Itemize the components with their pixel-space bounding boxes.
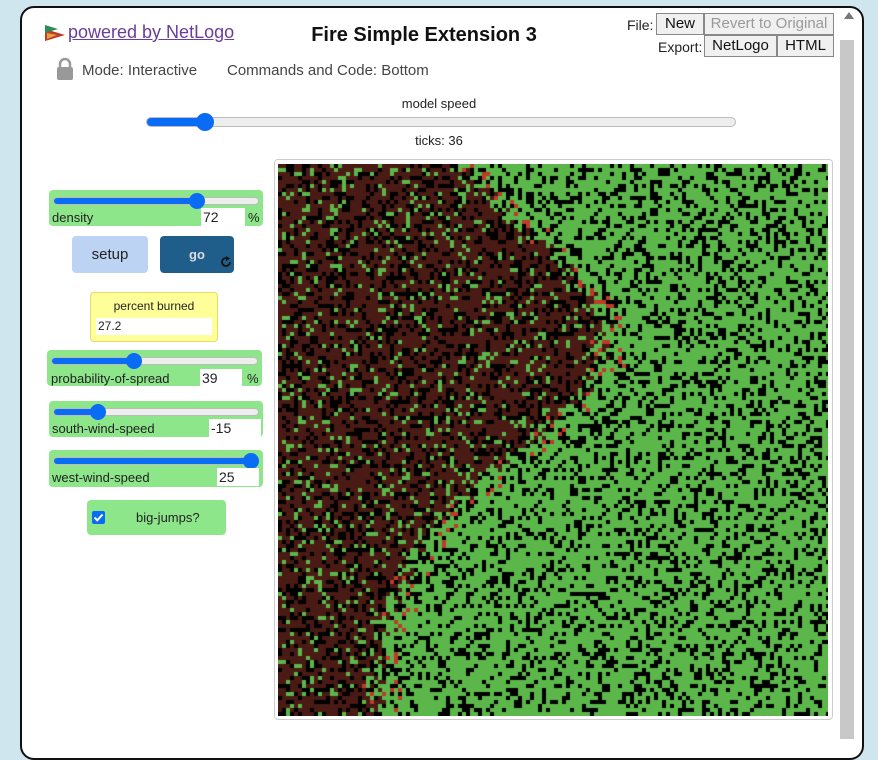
new-button[interactable]: New — [656, 13, 704, 35]
setup-button[interactable]: setup — [72, 236, 148, 273]
forever-icon — [221, 256, 231, 267]
spread-fill — [52, 358, 136, 364]
mode-label: Mode: Interactive — [82, 62, 198, 79]
model-speed-slider[interactable] — [146, 117, 736, 127]
density-value[interactable]: 72 — [201, 208, 245, 226]
west-wind-speed-slider[interactable]: west-wind-speed 25 — [49, 450, 263, 487]
density-track[interactable] — [53, 197, 259, 205]
probability-of-spread-slider[interactable]: probability-of-spread 39 % — [47, 350, 262, 387]
south-wind-track[interactable] — [53, 408, 259, 416]
south-wind-label: south-wind-speed — [52, 421, 155, 436]
density-fill — [54, 198, 200, 204]
spread-value[interactable]: 39 — [200, 369, 242, 387]
south-wind-thumb[interactable] — [90, 404, 106, 420]
percent-burned-monitor: percent burned 27.2 — [90, 292, 218, 342]
revert-button[interactable]: Revert to Original — [704, 13, 834, 35]
west-wind-label: west-wind-speed — [52, 470, 150, 485]
spread-track[interactable] — [51, 357, 258, 365]
density-thumb[interactable] — [189, 193, 205, 209]
density-label: density — [52, 210, 94, 225]
export-netlogo-button[interactable]: NetLogo — [704, 35, 777, 57]
model-speed-thumb[interactable] — [196, 113, 214, 131]
commands-code-label: Commands and Code: Bottom — [227, 62, 429, 79]
big-jumps-label: big-jumps? — [136, 510, 200, 525]
lock-icon[interactable] — [56, 57, 74, 81]
checkbox-checked-icon[interactable] — [92, 511, 105, 524]
spread-label: probability-of-spread — [51, 371, 170, 386]
spread-thumb[interactable] — [126, 353, 142, 369]
world-view[interactable] — [278, 164, 828, 716]
south-wind-value[interactable]: -15 — [209, 419, 261, 437]
spread-unit: % — [247, 371, 259, 386]
scroll-up-icon[interactable] — [844, 12, 854, 19]
west-wind-fill — [54, 458, 258, 464]
file-label: File: — [627, 17, 654, 33]
density-slider[interactable]: density 72 % — [49, 190, 263, 226]
model-speed-label: model speed — [401, 96, 477, 111]
west-wind-thumb[interactable] — [243, 453, 259, 469]
ticks-counter: ticks: 36 — [415, 133, 463, 148]
export-label: Export: — [658, 39, 703, 55]
south-wind-speed-slider[interactable]: south-wind-speed -15 — [49, 401, 263, 437]
monitor-label: percent burned — [113, 299, 195, 313]
monitor-value: 27.2 — [96, 318, 212, 335]
export-html-button[interactable]: HTML — [777, 35, 834, 57]
density-unit: % — [248, 210, 260, 225]
west-wind-track[interactable] — [53, 457, 259, 465]
west-wind-value[interactable]: 25 — [217, 468, 259, 486]
